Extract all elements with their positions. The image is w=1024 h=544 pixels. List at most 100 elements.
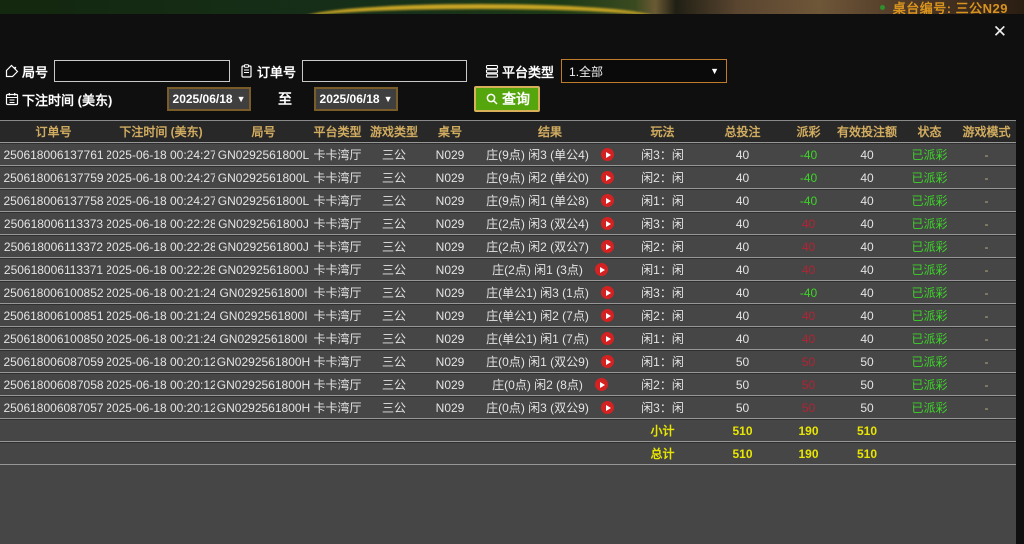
cell-play: 闲2：闲: [625, 167, 700, 188]
play-video-icon[interactable]: [601, 171, 614, 184]
cell-table_no: N029: [425, 397, 475, 418]
cell-mode: -: [957, 213, 1016, 234]
cell-status: 已派彩: [902, 144, 957, 165]
result-text: 庄(2点) 闲1 (3点): [492, 261, 583, 278]
cell-game: 三公: [363, 328, 425, 349]
cell-play: 闲3：闲: [625, 282, 700, 303]
seat-indicator-dot: [880, 5, 885, 10]
cell-round: GN0292561800H: [215, 374, 312, 395]
cell-mode: -: [957, 282, 1016, 303]
result-text: 庄(0点) 闲1 (双公9): [486, 353, 589, 370]
table-row: 2506180061377592025-06-18 00:24:27GN0292…: [0, 166, 1016, 189]
date-to-picker[interactable]: 2025/06/18 ▼: [314, 87, 398, 111]
cell-status: 已派彩: [902, 167, 957, 188]
result-text: 庄(单公1) 闲1 (7点): [486, 330, 589, 347]
cell-round: GN0292561800J: [215, 259, 312, 280]
column-header-order: 订单号: [0, 121, 107, 142]
cell-total: 40: [700, 236, 785, 257]
cell-order: 250618006100851: [0, 305, 107, 326]
cell-round: GN0292561800L: [215, 167, 312, 188]
cell-mode: [957, 420, 1016, 441]
column-header-round: 局号: [215, 121, 312, 142]
cell-valid: 510: [832, 443, 902, 464]
search-button[interactable]: 查询: [474, 86, 540, 112]
play-video-icon[interactable]: [601, 332, 614, 345]
cell-order: 250618006137759: [0, 167, 107, 188]
cell-table_no: N029: [425, 144, 475, 165]
date-to-wrap: 2025/06/18 ▼: [314, 86, 398, 112]
cell-mode: -: [957, 190, 1016, 211]
table-row: 2506180061377582025-06-18 00:24:27GN0292…: [0, 189, 1016, 212]
cell-payout: 40: [785, 328, 832, 349]
cell-game: 三公: [363, 236, 425, 257]
cell-game: 三公: [363, 259, 425, 280]
cell-table_no: N029: [425, 213, 475, 234]
cell-payout: 40: [785, 213, 832, 234]
cell-play: 闲2：闲: [625, 374, 700, 395]
play-video-icon[interactable]: [601, 401, 614, 414]
play-video-icon[interactable]: [601, 148, 614, 161]
cell-valid: 40: [832, 328, 902, 349]
cell-total: 40: [700, 144, 785, 165]
column-header-total: 总投注: [700, 121, 785, 142]
cell-platform: 卡卡湾厅: [312, 305, 363, 326]
close-icon[interactable]: ✕: [993, 23, 1007, 40]
play-video-icon[interactable]: [601, 355, 614, 368]
cell-platform: 卡卡湾厅: [312, 213, 363, 234]
cell-status: [902, 420, 957, 441]
cell-table_no: N029: [425, 305, 475, 326]
column-header-table_no: 桌号: [425, 121, 475, 142]
cell-order: [0, 420, 107, 441]
play-video-icon[interactable]: [595, 263, 608, 276]
play-video-icon[interactable]: [601, 309, 614, 322]
cell-play: 闲2：闲: [625, 305, 700, 326]
result-cell: 庄(2点) 闲3 (双公4): [475, 213, 625, 234]
cell-platform: [312, 443, 363, 464]
result-text: 庄(9点) 闲2 (单公0): [486, 169, 589, 186]
result-cell: 庄(2点) 闲2 (双公7): [475, 236, 625, 257]
play-video-icon[interactable]: [601, 194, 614, 207]
cell-time: 2025-06-18 00:21:24: [107, 328, 215, 349]
result-text: 庄(单公1) 闲3 (1点): [486, 284, 589, 301]
round-input[interactable]: [54, 60, 230, 82]
order-filter-label: 订单号: [257, 62, 296, 81]
result-text: 庄(2点) 闲3 (双公4): [486, 215, 589, 232]
table-row: 2506180060870582025-06-18 00:20:12GN0292…: [0, 373, 1016, 396]
result-text: 庄(单公1) 闲2 (7点): [486, 307, 589, 324]
play-video-icon[interactable]: [601, 240, 614, 253]
cell-total: 40: [700, 259, 785, 280]
bet-time-filter-label: 下注时间 (美东): [22, 90, 112, 109]
platform-select[interactable]: 1.全部 ▼: [561, 59, 727, 83]
cell-time: 2025-06-18 00:24:27: [107, 167, 215, 188]
cell-payout: 190: [785, 443, 832, 464]
bet-records-table: 订单号下注时间 (美东)局号平台类型游戏类型桌号结果玩法总投注派彩有效投注额状态…: [0, 120, 1016, 544]
column-header-time: 下注时间 (美东): [107, 121, 215, 142]
round-filter: 局号: [4, 58, 230, 84]
platform-filter: 平台类型 1.全部 ▼: [484, 58, 727, 84]
play-video-icon[interactable]: [601, 286, 614, 299]
table-row: 2506180061008522025-06-18 00:21:24GN0292…: [0, 281, 1016, 304]
cell-game: 三公: [363, 144, 425, 165]
chevron-down-icon: ▼: [237, 94, 246, 104]
cell-status: 已派彩: [902, 351, 957, 372]
table-number-label: 桌台编号: 三公N29: [893, 0, 1008, 14]
date-from-picker[interactable]: 2025/06/18 ▼: [167, 87, 251, 111]
cell-status: 已派彩: [902, 213, 957, 234]
play-video-icon[interactable]: [595, 378, 608, 391]
table-empty-area: [0, 465, 1016, 544]
cell-game: 三公: [363, 167, 425, 188]
cell-table_no: N029: [425, 259, 475, 280]
order-input[interactable]: [302, 60, 467, 82]
cell-time: [107, 443, 215, 464]
bet-records-modal: ✕ 局号 订单号 平台类型: [0, 14, 1024, 544]
date-from-wrap: 2025/06/18 ▼: [167, 86, 251, 112]
cell-time: 2025-06-18 00:21:24: [107, 282, 215, 303]
column-header-mode: 游戏模式: [957, 121, 1016, 142]
cell-total: 40: [700, 328, 785, 349]
play-video-icon[interactable]: [601, 217, 614, 230]
cell-total: 510: [700, 443, 785, 464]
cell-order: 250618006100852: [0, 282, 107, 303]
cell-valid: 40: [832, 259, 902, 280]
cell-mode: -: [957, 397, 1016, 418]
cell-order: 250618006137761: [0, 144, 107, 165]
